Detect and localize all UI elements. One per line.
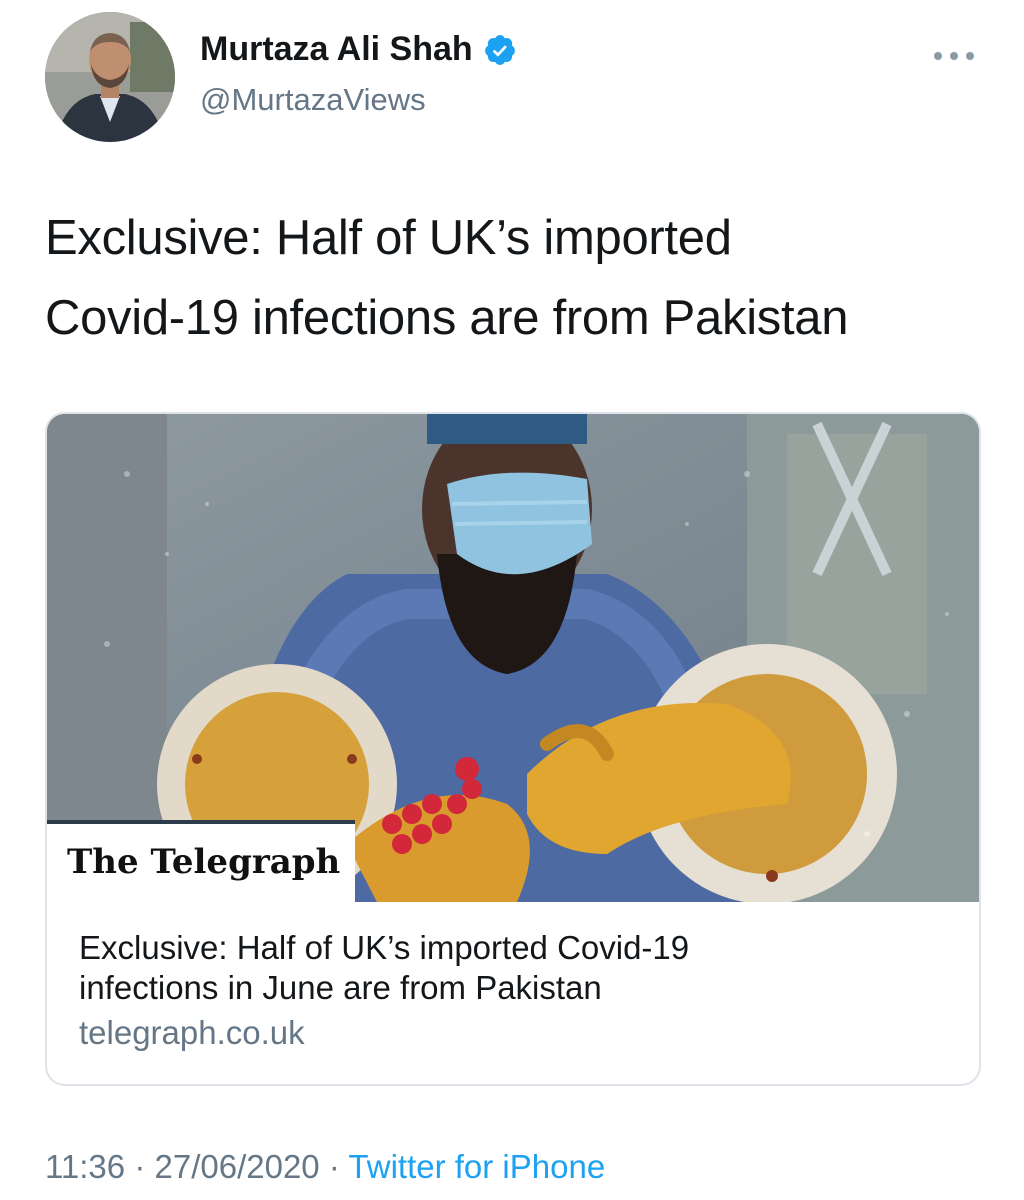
meta-separator: · xyxy=(134,1148,146,1185)
tweet-date[interactable]: 27/06/2020 xyxy=(154,1148,319,1185)
publisher-logo: The Telegraph xyxy=(67,842,341,882)
tweet-meta: 11:36 · 27/06/2020 · Twitter for iPhone xyxy=(45,1148,605,1186)
card-domain: telegraph.co.uk xyxy=(79,1014,305,1051)
avatar[interactable] xyxy=(45,12,175,142)
author-handle[interactable]: @MurtazaViews xyxy=(200,82,426,118)
meta-separator: · xyxy=(328,1148,340,1185)
tweet-text-line-2: Covid-19 infections are from Pakistan xyxy=(45,291,849,345)
card-photo xyxy=(47,414,979,902)
link-preview-card[interactable]: The Telegraph Exclusive: Half of UK’s im… xyxy=(45,412,981,1086)
tweet: Murtaza Ali Shah @MurtazaViews Exclusive… xyxy=(0,0,1024,1200)
card-title-line-1: Exclusive: Half of UK’s imported Covid-1… xyxy=(79,929,690,966)
tweet-text-line-1: Exclusive: Half of UK’s imported xyxy=(45,211,732,265)
author-name-row: Murtaza Ali Shah xyxy=(200,30,517,69)
card-title: Exclusive: Half of UK’s imported Covid-1… xyxy=(79,928,959,1008)
tweet-source-link[interactable]: Twitter for iPhone xyxy=(348,1148,605,1185)
verified-badge-icon xyxy=(483,33,517,67)
avatar-photo xyxy=(45,12,175,142)
author-display-name[interactable]: Murtaza Ali Shah xyxy=(200,30,473,69)
card-image: The Telegraph xyxy=(47,414,979,902)
more-options-icon[interactable] xyxy=(934,48,974,64)
card-body: Exclusive: Half of UK’s imported Covid-1… xyxy=(79,928,959,1054)
tweet-time[interactable]: 11:36 xyxy=(45,1148,125,1185)
tweet-text: Exclusive: Half of UK’s imported Covid-1… xyxy=(45,198,985,358)
card-title-line-2: infections in June are from Pakistan xyxy=(79,969,602,1006)
